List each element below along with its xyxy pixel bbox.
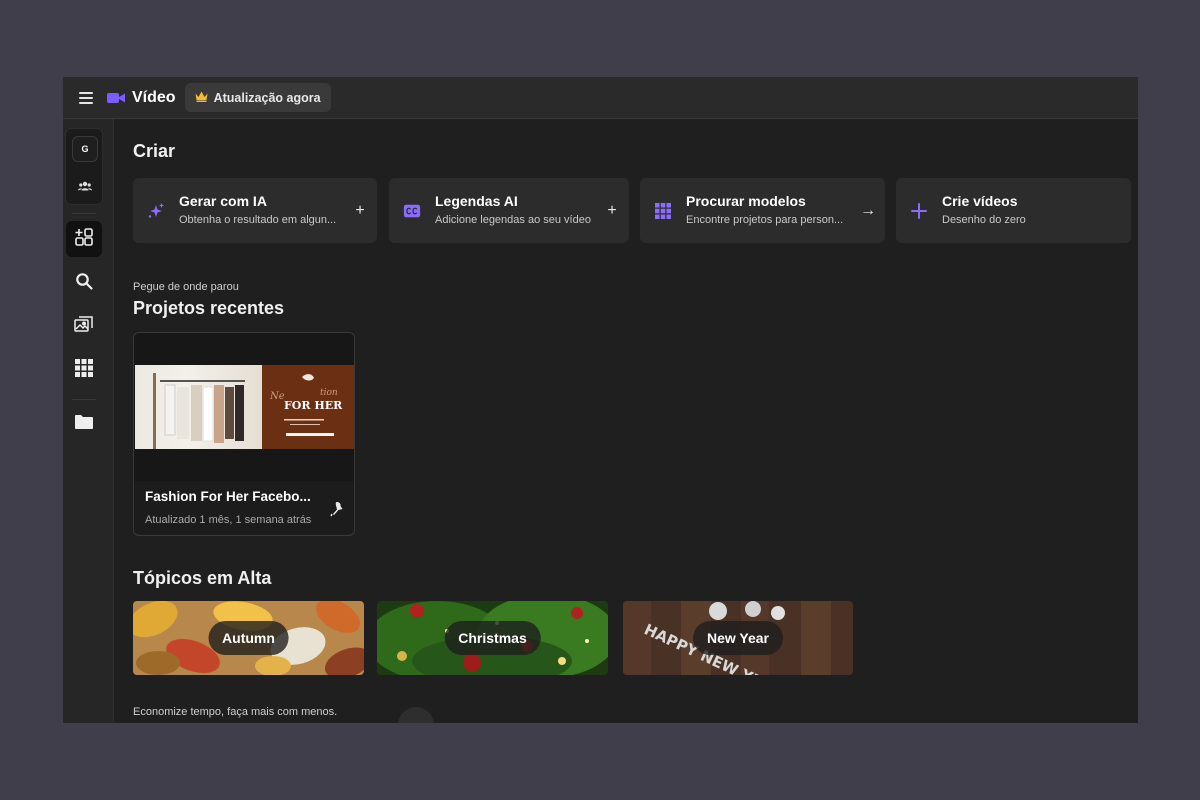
grid-icon	[654, 202, 672, 220]
video-camera-icon	[107, 92, 125, 104]
topic-christmas[interactable]: Christmas	[377, 601, 608, 675]
footer-caption: Economize tempo, faça mais com menos.	[133, 706, 338, 718]
scroll-next-button[interactable]	[398, 707, 434, 723]
crown-icon	[195, 91, 208, 105]
arrow-right-icon[interactable]: →	[860, 202, 876, 220]
pin-icon[interactable]	[330, 501, 344, 517]
plus-icon[interactable]: +	[353, 202, 367, 220]
topic-new-year[interactable]: HAPPY NEW YEAR New Year	[623, 601, 853, 675]
sidebar-item-create[interactable]	[66, 221, 102, 257]
svg-text:Ne: Ne	[269, 391, 285, 402]
create-card-templates[interactable]: Procurar modelos Encontre projetos para …	[640, 178, 885, 243]
sidebar-item-search[interactable]	[66, 265, 102, 301]
menu-icon[interactable]	[79, 91, 93, 104]
sidebar-item-media[interactable]	[66, 308, 102, 344]
sparkles-icon	[147, 202, 165, 220]
create-card-subtitle: Desenho do zero	[942, 214, 1026, 226]
main-content: Criar Gerar com IA Obtenha o resultado e…	[115, 119, 1138, 723]
search-icon	[75, 272, 93, 295]
sidebar-divider	[72, 399, 96, 400]
create-card-ai[interactable]: Gerar com IA Obtenha o resultado em algu…	[133, 178, 377, 243]
templates-grid-icon	[75, 358, 93, 382]
create-card-title: Procurar modelos	[686, 193, 806, 209]
team-members-icon[interactable]	[72, 174, 98, 198]
upgrade-button[interactable]: Atualização agora	[184, 83, 331, 112]
sidebar-divider	[72, 213, 96, 214]
project-updated: Atualizado 1 mês, 1 semana atrás	[145, 514, 312, 526]
project-thumbnail: Ne tion FOR HER	[134, 333, 354, 481]
topic-label: Autumn	[208, 621, 289, 655]
recent-caption: Pegue de onde parou	[133, 281, 239, 293]
create-section-title: Criar	[133, 141, 176, 161]
create-icon	[74, 227, 94, 252]
project-card[interactable]: Ne tion FOR HER Fashion For Her Facebo..…	[133, 332, 355, 536]
svg-text:tion: tion	[320, 388, 338, 398]
topic-label: New Year	[692, 621, 784, 655]
create-card-title: Crie vídeos	[942, 193, 1018, 209]
team-avatar[interactable]: G	[72, 136, 98, 162]
plus-icon[interactable]: +	[605, 202, 619, 220]
captions-icon	[403, 202, 421, 220]
recent-section-title: Projetos recentes	[133, 298, 285, 318]
project-title: Fashion For Her Facebo...	[145, 489, 311, 504]
topic-label: Christmas	[444, 621, 541, 655]
plus-icon	[910, 202, 928, 220]
clothes-rack-image	[135, 365, 262, 449]
fashion-title-graphic: Ne tion FOR HER	[262, 365, 354, 449]
create-card-blank[interactable]: Crie vídeos Desenho do zero	[896, 178, 1131, 243]
upgrade-label: Atualização agora	[213, 90, 321, 105]
folder-icon	[74, 414, 94, 435]
media-icon	[74, 315, 94, 338]
create-card-title: Gerar com IA	[179, 193, 267, 209]
top-bar: Vídeo Atualização agora	[63, 77, 1138, 119]
create-card-subtitle: Encontre projetos para person...	[686, 214, 844, 226]
app-window: Vídeo Atualização agora G Criar Gerar co…	[63, 77, 1138, 723]
sidebar: G	[63, 119, 114, 723]
create-card-subtitle: Adicione legendas ao seu vídeo	[435, 214, 591, 226]
create-card-subtitle: Obtenha o resultado em algun...	[179, 214, 337, 226]
app-title: Vídeo	[132, 88, 176, 106]
create-card-captions[interactable]: Legendas AI Adicione legendas ao seu víd…	[389, 178, 629, 243]
topic-autumn[interactable]: Autumn	[133, 601, 364, 675]
thumb-title-text: FOR HER	[284, 399, 343, 412]
sidebar-item-folders[interactable]	[66, 406, 102, 442]
trending-section-title: Tópicos em Alta	[133, 568, 272, 588]
team-switcher: G	[65, 128, 103, 205]
create-card-title: Legendas AI	[435, 193, 518, 209]
sidebar-item-templates[interactable]	[66, 352, 102, 388]
